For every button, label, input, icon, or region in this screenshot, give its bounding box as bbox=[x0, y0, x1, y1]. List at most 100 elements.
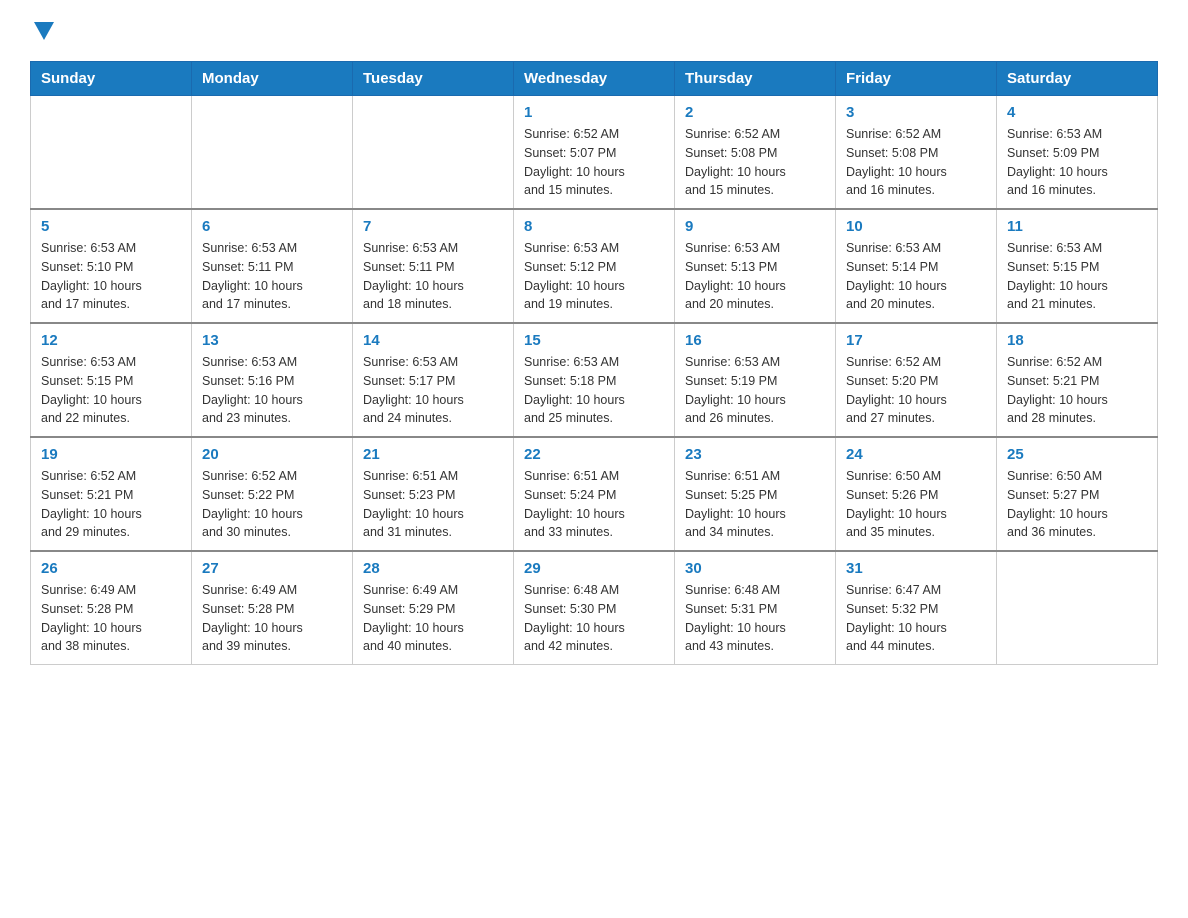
calendar-header-row: SundayMondayTuesdayWednesdayThursdayFrid… bbox=[31, 62, 1158, 96]
day-number: 5 bbox=[41, 218, 181, 235]
calendar-day-cell: 3 Sunrise: 6:52 AM Sunset: 5:08 PM Daylig… bbox=[836, 96, 997, 210]
day-number: 9 bbox=[685, 218, 825, 235]
calendar-day-cell: 28 Sunrise: 6:49 AM Sunset: 5:29 PM Dayli… bbox=[353, 551, 514, 665]
calendar-day-cell: 15 Sunrise: 6:53 AM Sunset: 5:18 PM Dayli… bbox=[514, 323, 675, 437]
day-of-week-header: Friday bbox=[836, 62, 997, 96]
page-header bbox=[30, 20, 1158, 41]
calendar-day-cell: 12Sunrise: 6:53 AM Sunset: 5:15 PM Dayli… bbox=[31, 323, 192, 437]
calendar-day-cell: 16 Sunrise: 6:53 AM Sunset: 5:19 PM Dayli… bbox=[675, 323, 836, 437]
day-info: Sunrise: 6:48 AM Sunset: 5:31 PM Dayligh… bbox=[685, 581, 825, 656]
day-info: Sunrise: 6:51 AM Sunset: 5:25 PM Dayligh… bbox=[685, 467, 825, 542]
day-of-week-header: Monday bbox=[192, 62, 353, 96]
day-number: 24 bbox=[846, 446, 986, 463]
day-info: Sunrise: 6:53 AM Sunset: 5:10 PM Dayligh… bbox=[41, 239, 181, 314]
logo-arrow-icon bbox=[34, 22, 54, 40]
day-info: Sunrise: 6:48 AM Sunset: 5:30 PM Dayligh… bbox=[524, 581, 664, 656]
day-info: Sunrise: 6:50 AM Sunset: 5:26 PM Dayligh… bbox=[846, 467, 986, 542]
day-info: Sunrise: 6:53 AM Sunset: 5:17 PM Dayligh… bbox=[363, 353, 503, 428]
day-of-week-header: Tuesday bbox=[353, 62, 514, 96]
day-number: 18 bbox=[1007, 332, 1147, 349]
day-info: Sunrise: 6:50 AM Sunset: 5:27 PM Dayligh… bbox=[1007, 467, 1147, 542]
day-number: 13 bbox=[202, 332, 342, 349]
day-info: Sunrise: 6:53 AM Sunset: 5:14 PM Dayligh… bbox=[846, 239, 986, 314]
calendar-day-cell: 2Sunrise: 6:52 AM Sunset: 5:08 PM Daylig… bbox=[675, 96, 836, 210]
day-info: Sunrise: 6:53 AM Sunset: 5:16 PM Dayligh… bbox=[202, 353, 342, 428]
day-number: 17 bbox=[846, 332, 986, 349]
day-info: Sunrise: 6:53 AM Sunset: 5:13 PM Dayligh… bbox=[685, 239, 825, 314]
calendar-day-cell bbox=[31, 96, 192, 210]
calendar-day-cell: 17 Sunrise: 6:52 AM Sunset: 5:20 PM Dayli… bbox=[836, 323, 997, 437]
calendar-day-cell: 30 Sunrise: 6:48 AM Sunset: 5:31 PM Dayli… bbox=[675, 551, 836, 665]
day-number: 25 bbox=[1007, 446, 1147, 463]
day-number: 20 bbox=[202, 446, 342, 463]
day-number: 28 bbox=[363, 560, 503, 577]
calendar-day-cell: 13 Sunrise: 6:53 AM Sunset: 5:16 PM Dayli… bbox=[192, 323, 353, 437]
day-info: Sunrise: 6:52 AM Sunset: 5:21 PM Dayligh… bbox=[1007, 353, 1147, 428]
day-number: 19 bbox=[41, 446, 181, 463]
calendar-week-row: 26 Sunrise: 6:49 AM Sunset: 5:28 PM Dayli… bbox=[31, 551, 1158, 665]
calendar-day-cell: 24 Sunrise: 6:50 AM Sunset: 5:26 PM Dayli… bbox=[836, 437, 997, 551]
day-info: Sunrise: 6:51 AM Sunset: 5:24 PM Dayligh… bbox=[524, 467, 664, 542]
day-number: 14 bbox=[363, 332, 503, 349]
day-info: Sunrise: 6:53 AM Sunset: 5:15 PM Dayligh… bbox=[1007, 239, 1147, 314]
calendar-day-cell: 29Sunrise: 6:48 AM Sunset: 5:30 PM Dayli… bbox=[514, 551, 675, 665]
calendar-day-cell: 27 Sunrise: 6:49 AM Sunset: 5:28 PM Dayli… bbox=[192, 551, 353, 665]
day-number: 30 bbox=[685, 560, 825, 577]
day-number: 11 bbox=[1007, 218, 1147, 235]
calendar-day-cell: 21 Sunrise: 6:51 AM Sunset: 5:23 PM Dayli… bbox=[353, 437, 514, 551]
day-info: Sunrise: 6:53 AM Sunset: 5:12 PM Dayligh… bbox=[524, 239, 664, 314]
day-number: 1 bbox=[524, 104, 664, 121]
day-info: Sunrise: 6:52 AM Sunset: 5:20 PM Dayligh… bbox=[846, 353, 986, 428]
day-info: Sunrise: 6:49 AM Sunset: 5:28 PM Dayligh… bbox=[41, 581, 181, 656]
calendar-day-cell: 22 Sunrise: 6:51 AM Sunset: 5:24 PM Dayli… bbox=[514, 437, 675, 551]
day-info: Sunrise: 6:53 AM Sunset: 5:15 PM Dayligh… bbox=[41, 353, 181, 428]
day-number: 22 bbox=[524, 446, 664, 463]
day-info: Sunrise: 6:51 AM Sunset: 5:23 PM Dayligh… bbox=[363, 467, 503, 542]
day-of-week-header: Saturday bbox=[997, 62, 1158, 96]
calendar-week-row: 19 Sunrise: 6:52 AM Sunset: 5:21 PM Dayli… bbox=[31, 437, 1158, 551]
calendar-day-cell: 1 Sunrise: 6:52 AM Sunset: 5:07 PM Daylig… bbox=[514, 96, 675, 210]
day-number: 23 bbox=[685, 446, 825, 463]
calendar-week-row: 1 Sunrise: 6:52 AM Sunset: 5:07 PM Daylig… bbox=[31, 96, 1158, 210]
day-info: Sunrise: 6:53 AM Sunset: 5:18 PM Dayligh… bbox=[524, 353, 664, 428]
calendar-day-cell: 10Sunrise: 6:53 AM Sunset: 5:14 PM Dayli… bbox=[836, 209, 997, 323]
day-number: 3 bbox=[846, 104, 986, 121]
calendar-day-cell: 19 Sunrise: 6:52 AM Sunset: 5:21 PM Dayli… bbox=[31, 437, 192, 551]
calendar-day-cell: 6 Sunrise: 6:53 AM Sunset: 5:11 PM Daylig… bbox=[192, 209, 353, 323]
calendar-day-cell: 4 Sunrise: 6:53 AM Sunset: 5:09 PM Daylig… bbox=[997, 96, 1158, 210]
day-info: Sunrise: 6:52 AM Sunset: 5:08 PM Dayligh… bbox=[846, 125, 986, 200]
day-info: Sunrise: 6:49 AM Sunset: 5:29 PM Dayligh… bbox=[363, 581, 503, 656]
calendar-week-row: 5 Sunrise: 6:53 AM Sunset: 5:10 PM Daylig… bbox=[31, 209, 1158, 323]
day-number: 21 bbox=[363, 446, 503, 463]
day-number: 16 bbox=[685, 332, 825, 349]
day-info: Sunrise: 6:52 AM Sunset: 5:07 PM Dayligh… bbox=[524, 125, 664, 200]
day-number: 26 bbox=[41, 560, 181, 577]
calendar-day-cell: 31 Sunrise: 6:47 AM Sunset: 5:32 PM Dayli… bbox=[836, 551, 997, 665]
calendar-day-cell: 25 Sunrise: 6:50 AM Sunset: 5:27 PM Dayli… bbox=[997, 437, 1158, 551]
calendar-day-cell: 18 Sunrise: 6:52 AM Sunset: 5:21 PM Dayli… bbox=[997, 323, 1158, 437]
day-number: 15 bbox=[524, 332, 664, 349]
day-info: Sunrise: 6:53 AM Sunset: 5:11 PM Dayligh… bbox=[363, 239, 503, 314]
calendar-day-cell: 26 Sunrise: 6:49 AM Sunset: 5:28 PM Dayli… bbox=[31, 551, 192, 665]
day-info: Sunrise: 6:52 AM Sunset: 5:21 PM Dayligh… bbox=[41, 467, 181, 542]
day-of-week-header: Sunday bbox=[31, 62, 192, 96]
day-info: Sunrise: 6:52 AM Sunset: 5:22 PM Dayligh… bbox=[202, 467, 342, 542]
calendar-day-cell: 14 Sunrise: 6:53 AM Sunset: 5:17 PM Dayli… bbox=[353, 323, 514, 437]
calendar-day-cell: 9 Sunrise: 6:53 AM Sunset: 5:13 PM Daylig… bbox=[675, 209, 836, 323]
day-info: Sunrise: 6:49 AM Sunset: 5:28 PM Dayligh… bbox=[202, 581, 342, 656]
day-number: 31 bbox=[846, 560, 986, 577]
calendar-day-cell bbox=[192, 96, 353, 210]
day-info: Sunrise: 6:47 AM Sunset: 5:32 PM Dayligh… bbox=[846, 581, 986, 656]
calendar-day-cell: 7Sunrise: 6:53 AM Sunset: 5:11 PM Daylig… bbox=[353, 209, 514, 323]
day-number: 4 bbox=[1007, 104, 1147, 121]
day-info: Sunrise: 6:53 AM Sunset: 5:09 PM Dayligh… bbox=[1007, 125, 1147, 200]
day-number: 2 bbox=[685, 104, 825, 121]
day-number: 6 bbox=[202, 218, 342, 235]
calendar-table: SundayMondayTuesdayWednesdayThursdayFrid… bbox=[30, 61, 1158, 665]
calendar-day-cell: 5 Sunrise: 6:53 AM Sunset: 5:10 PM Daylig… bbox=[31, 209, 192, 323]
day-number: 27 bbox=[202, 560, 342, 577]
day-info: Sunrise: 6:53 AM Sunset: 5:11 PM Dayligh… bbox=[202, 239, 342, 314]
day-number: 8 bbox=[524, 218, 664, 235]
day-info: Sunrise: 6:53 AM Sunset: 5:19 PM Dayligh… bbox=[685, 353, 825, 428]
calendar-week-row: 12Sunrise: 6:53 AM Sunset: 5:15 PM Dayli… bbox=[31, 323, 1158, 437]
